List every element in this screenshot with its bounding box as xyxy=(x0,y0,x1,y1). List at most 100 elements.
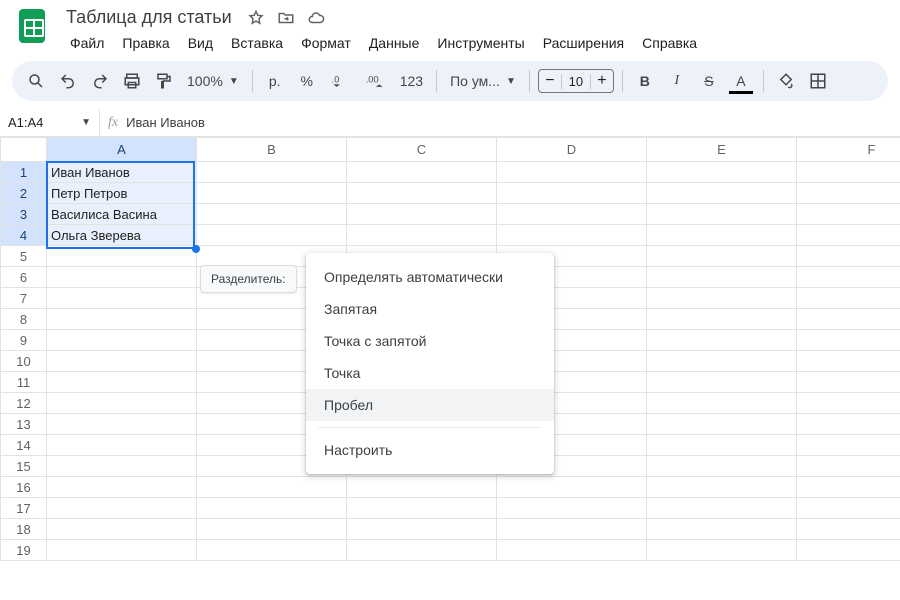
decrease-font-icon[interactable]: − xyxy=(539,73,561,89)
cell-A3[interactable]: Василиса Васина xyxy=(47,204,197,225)
cell-D4[interactable] xyxy=(497,225,647,246)
row-header-4[interactable]: 4 xyxy=(1,225,47,246)
cell-E5[interactable] xyxy=(647,246,797,267)
cell-E1[interactable] xyxy=(647,162,797,183)
cell-E9[interactable] xyxy=(647,330,797,351)
cell-B17[interactable] xyxy=(197,498,347,519)
column-header-F[interactable]: F xyxy=(797,138,900,162)
zoom-dropdown[interactable]: 100%▼ xyxy=(182,67,244,95)
italic-button[interactable]: I xyxy=(663,67,691,95)
cell-A18[interactable] xyxy=(47,519,197,540)
cell-A11[interactable] xyxy=(47,372,197,393)
cell-A16[interactable] xyxy=(47,477,197,498)
cell-C3[interactable] xyxy=(347,204,497,225)
row-header-6[interactable]: 6 xyxy=(1,267,47,288)
cell-A5[interactable] xyxy=(47,246,197,267)
cell-E6[interactable] xyxy=(647,267,797,288)
cell-F17[interactable] xyxy=(797,498,900,519)
menu-item[interactable]: Запятая xyxy=(306,293,554,325)
cell-B19[interactable] xyxy=(197,540,347,561)
cell-D2[interactable] xyxy=(497,183,647,204)
borders-button[interactable] xyxy=(804,67,832,95)
cell-F6[interactable] xyxy=(797,267,900,288)
cell-F10[interactable] xyxy=(797,351,900,372)
cell-A6[interactable] xyxy=(47,267,197,288)
undo-icon[interactable] xyxy=(54,67,82,95)
fill-color-button[interactable] xyxy=(772,67,800,95)
font-size-stepper[interactable]: − 10 + xyxy=(538,69,614,93)
row-header-3[interactable]: 3 xyxy=(1,204,47,225)
cell-A10[interactable] xyxy=(47,351,197,372)
cell-F19[interactable] xyxy=(797,540,900,561)
paint-format-icon[interactable] xyxy=(150,67,178,95)
cell-C2[interactable] xyxy=(347,183,497,204)
cell-C18[interactable] xyxy=(347,519,497,540)
menu-правка[interactable]: Правка xyxy=(114,31,177,55)
column-header-A[interactable]: A xyxy=(47,138,197,162)
menu-инструменты[interactable]: Инструменты xyxy=(429,31,532,55)
cell-E15[interactable] xyxy=(647,456,797,477)
cell-A7[interactable] xyxy=(47,288,197,309)
cell-F11[interactable] xyxy=(797,372,900,393)
cell-F2[interactable] xyxy=(797,183,900,204)
cell-F1[interactable] xyxy=(797,162,900,183)
cell-A17[interactable] xyxy=(47,498,197,519)
cell-E8[interactable] xyxy=(647,309,797,330)
cell-F15[interactable] xyxy=(797,456,900,477)
print-icon[interactable] xyxy=(118,67,146,95)
cell-F4[interactable] xyxy=(797,225,900,246)
menu-вид[interactable]: Вид xyxy=(180,31,221,55)
cell-E13[interactable] xyxy=(647,414,797,435)
bold-button[interactable]: B xyxy=(631,67,659,95)
cell-A2[interactable]: Петр Петров xyxy=(47,183,197,204)
column-header-D[interactable]: D xyxy=(497,138,647,162)
cell-E17[interactable] xyxy=(647,498,797,519)
cell-F7[interactable] xyxy=(797,288,900,309)
row-header-18[interactable]: 18 xyxy=(1,519,47,540)
increase-decimal-icon[interactable]: .00 xyxy=(359,67,391,95)
column-header-C[interactable]: C xyxy=(347,138,497,162)
decrease-decimal-icon[interactable]: .0 xyxy=(325,67,355,95)
cell-B2[interactable] xyxy=(197,183,347,204)
row-header-10[interactable]: 10 xyxy=(1,351,47,372)
row-header-12[interactable]: 12 xyxy=(1,393,47,414)
menu-item-custom[interactable]: Настроить xyxy=(306,434,554,466)
cell-D3[interactable] xyxy=(497,204,647,225)
cell-A1[interactable]: Иван Иванов xyxy=(47,162,197,183)
cell-E19[interactable] xyxy=(647,540,797,561)
menu-item[interactable]: Пробел xyxy=(306,389,554,421)
cell-E12[interactable] xyxy=(647,393,797,414)
formula-bar[interactable]: Иван Иванов xyxy=(126,115,205,130)
cell-F3[interactable] xyxy=(797,204,900,225)
cell-D1[interactable] xyxy=(497,162,647,183)
menu-справка[interactable]: Справка xyxy=(634,31,705,55)
menu-данные[interactable]: Данные xyxy=(361,31,428,55)
font-size-value[interactable]: 10 xyxy=(561,74,591,89)
percent-button[interactable]: % xyxy=(293,67,321,95)
row-header-1[interactable]: 1 xyxy=(1,162,47,183)
cell-D19[interactable] xyxy=(497,540,647,561)
cell-A9[interactable] xyxy=(47,330,197,351)
cell-F16[interactable] xyxy=(797,477,900,498)
font-dropdown[interactable]: По ум...▼ xyxy=(445,67,521,95)
cell-F8[interactable] xyxy=(797,309,900,330)
row-header-7[interactable]: 7 xyxy=(1,288,47,309)
menu-item[interactable]: Точка с запятой xyxy=(306,325,554,357)
cell-B18[interactable] xyxy=(197,519,347,540)
row-header-5[interactable]: 5 xyxy=(1,246,47,267)
cell-D18[interactable] xyxy=(497,519,647,540)
star-icon[interactable] xyxy=(246,8,266,28)
row-header-8[interactable]: 8 xyxy=(1,309,47,330)
row-header-15[interactable]: 15 xyxy=(1,456,47,477)
cell-E7[interactable] xyxy=(647,288,797,309)
cell-E4[interactable] xyxy=(647,225,797,246)
select-all-corner[interactable] xyxy=(1,138,47,162)
cell-A12[interactable] xyxy=(47,393,197,414)
name-box[interactable]: A1:A4 ▼ xyxy=(0,109,100,136)
cell-C17[interactable] xyxy=(347,498,497,519)
cell-C1[interactable] xyxy=(347,162,497,183)
move-folder-icon[interactable] xyxy=(276,8,296,28)
cell-A13[interactable] xyxy=(47,414,197,435)
currency-button[interactable]: р. xyxy=(261,67,289,95)
row-header-2[interactable]: 2 xyxy=(1,183,47,204)
